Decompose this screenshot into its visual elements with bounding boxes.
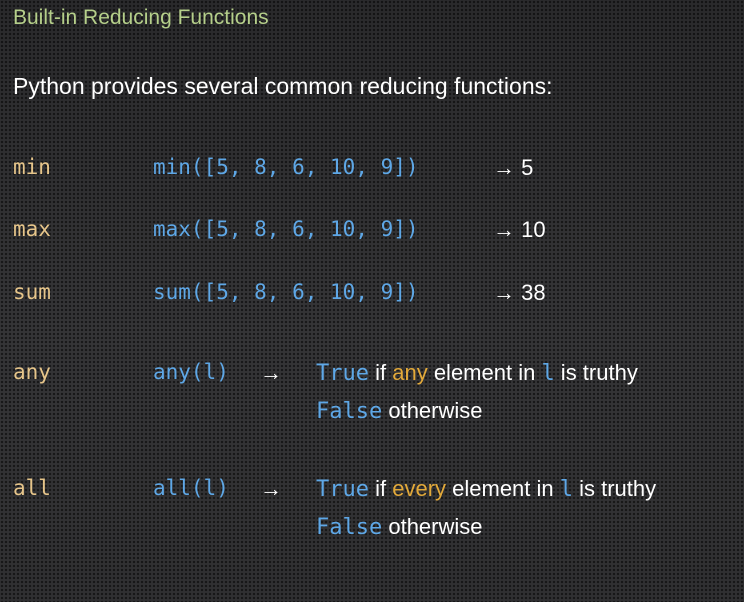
- description-text: if: [368, 360, 393, 385]
- function-result-sum: → 38: [493, 280, 546, 305]
- function-example-min: min([5, 8, 6, 10, 9]): [153, 155, 419, 179]
- function-name-sum: sum: [13, 280, 51, 304]
- variable-l: l: [559, 477, 573, 502]
- function-arrow-any: →: [260, 360, 282, 385]
- any-description-true: True if any element in l is truthy: [316, 360, 638, 386]
- intro-text: Python provides several common reducing …: [13, 73, 553, 99]
- function-name-max: max: [13, 217, 51, 241]
- variable-l: l: [541, 361, 555, 386]
- function-name-all: all: [13, 476, 51, 500]
- false-keyword: False: [316, 515, 383, 540]
- function-result-max: → 10: [493, 217, 546, 242]
- quantifier-highlight: every: [392, 476, 447, 501]
- description-text: if: [368, 476, 393, 501]
- true-keyword: True: [316, 361, 369, 386]
- function-call-all: all(l): [153, 476, 229, 500]
- all-description-true: True if every element in l is truthy: [316, 476, 656, 502]
- function-name-min: min: [13, 155, 51, 179]
- function-example-sum: sum([5, 8, 6, 10, 9]): [153, 280, 419, 304]
- function-name-any: any: [13, 360, 51, 384]
- false-keyword: False: [316, 399, 383, 424]
- description-text: is truthy: [554, 360, 638, 385]
- description-text: is truthy: [573, 476, 657, 501]
- description-text: otherwise: [382, 514, 483, 539]
- description-text: otherwise: [382, 398, 483, 423]
- slide-title: Built-in Reducing Functions: [13, 6, 269, 29]
- all-description-false: False otherwise: [316, 514, 483, 540]
- function-call-any: any(l): [153, 360, 229, 384]
- description-text: element in: [446, 476, 560, 501]
- true-keyword: True: [316, 477, 369, 502]
- function-arrow-all: →: [260, 476, 282, 501]
- description-text: element in: [427, 360, 542, 385]
- quantifier-highlight: any: [392, 360, 428, 385]
- function-result-min: → 5: [493, 155, 534, 180]
- any-description-false: False otherwise: [316, 398, 483, 424]
- function-example-max: max([5, 8, 6, 10, 9]): [153, 217, 419, 241]
